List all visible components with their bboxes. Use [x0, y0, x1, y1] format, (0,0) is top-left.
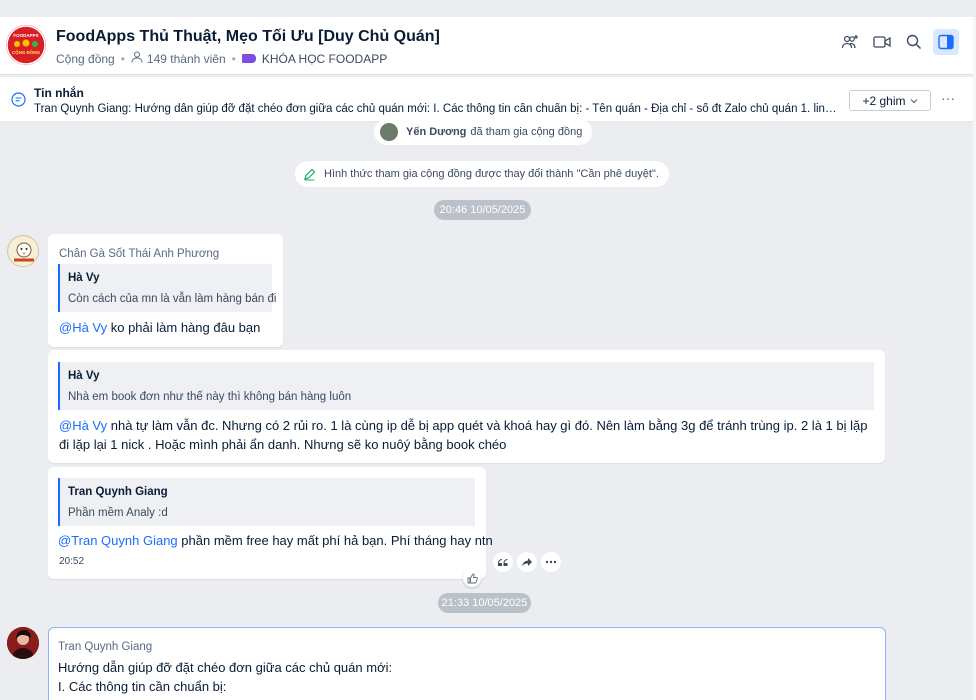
- video-call-button[interactable]: [869, 29, 895, 55]
- group-title[interactable]: FoodApps Thủ Thuật, Mẹo Tối Ưu [Duy Chủ …: [56, 28, 440, 46]
- more-dots-icon: [545, 560, 557, 564]
- sender-name[interactable]: Tran Quynh Giang: [58, 641, 152, 653]
- meta-separator: •: [231, 51, 236, 66]
- header-actions: [837, 29, 959, 55]
- system-text: đã tham gia cộng đồng: [470, 126, 583, 138]
- like-reaction-button[interactable]: [463, 569, 481, 587]
- quoted-message[interactable]: Hà Vy Còn cách của mn là vẫn làm hàng bá…: [58, 264, 277, 312]
- message-bubble[interactable]: Tran Quynh Giang Phần mềm Analy :d @Tran…: [48, 467, 493, 579]
- person-icon: [131, 51, 143, 66]
- chicken-logo-icon: [9, 237, 38, 266]
- window-top-strip: [0, 0, 976, 17]
- quote-author: Hà Vy: [68, 370, 100, 382]
- avatar-text-top: FOODAPPS: [13, 33, 38, 38]
- avatar[interactable]: [380, 123, 398, 141]
- message-text: @Tran Quynh Giang phần mềm free hay mất …: [58, 531, 493, 550]
- tag-label: KHÓA HỌC FOODAPP: [261, 51, 388, 66]
- message-body: ko phải làm hàng đâu bạn: [107, 320, 261, 335]
- quote-text: Còn cách của mn là vẫn làm hàng bán đi: [68, 293, 277, 305]
- member-count[interactable]: 149 thành viên: [147, 52, 226, 66]
- message-text: @Hà Vy nhà tự làm vẫn đc. Nhưng có 2 rủi…: [59, 416, 879, 454]
- quoted-message[interactable]: Hà Vy Nhà em book đơn như thế này thì kh…: [58, 362, 874, 410]
- group-tag[interactable]: KHÓA HỌC FOODAPP: [241, 51, 388, 66]
- pencil-icon: [304, 168, 316, 180]
- message-time: 20:52: [59, 556, 85, 567]
- joined-user-name[interactable]: Yến Dương: [406, 126, 466, 138]
- pinned-title: Tin nhắn: [34, 86, 84, 100]
- share-arrow-icon: [522, 558, 532, 567]
- user-photo-icon: [7, 627, 39, 659]
- mention-link[interactable]: @Tran Quynh Giang: [58, 533, 178, 548]
- quote-icon: [497, 558, 507, 566]
- message-bubble[interactable]: Tran Quynh Giang Hướng dẫn giúp đỡ đặt c…: [48, 627, 886, 700]
- group-avatar[interactable]: FOODAPPS CỘNG ĐỒNG: [6, 25, 46, 65]
- sidebar-panel-icon: [938, 34, 954, 50]
- quote-author: Hà Vy: [68, 272, 100, 284]
- message-body: phần mềm free hay mất phí hả bạn. Phí th…: [177, 533, 493, 548]
- avatar-text-bottom: CỘNG ĐỒNG: [12, 48, 41, 55]
- community-label: Cộng đồng: [56, 51, 115, 66]
- conversation-header: FOODAPPS CỘNG ĐỒNG FoodApps Thủ Thuật, M…: [0, 17, 973, 75]
- message-text: @Hà Vy ko phải làm hàng đâu bạn: [59, 318, 260, 337]
- time-divider: 21:33 10/05/2025: [438, 593, 531, 613]
- system-setting-notice: Hình thức tham gia cộng đồng được thay đ…: [295, 161, 669, 187]
- message-bubble-icon: [11, 92, 26, 112]
- add-member-button[interactable]: [837, 29, 863, 55]
- group-meta: Cộng đồng • 149 thành viên • KHÓA HỌC FO…: [56, 51, 387, 66]
- search-button[interactable]: [901, 29, 927, 55]
- more-actions-button[interactable]: [541, 552, 561, 572]
- message-line: I. Các thông tin cần chuẩn bị:: [58, 679, 227, 694]
- pinned-menu-button[interactable]: ···: [941, 90, 955, 106]
- search-icon: [906, 34, 922, 50]
- more-pins-button[interactable]: +2 ghim: [849, 90, 931, 111]
- quote-author: Tran Quynh Giang: [68, 486, 168, 498]
- quote-text: Nhà em book đơn như thế này thì không bá…: [68, 391, 352, 403]
- message-body: nhà tự làm vẫn đc. Nhưng có 2 rủi ro. 1 …: [59, 418, 868, 452]
- toggle-sidebar-button[interactable]: [933, 29, 959, 55]
- mention-link[interactable]: @Hà Vy: [59, 320, 107, 335]
- thumbs-up-icon: [467, 573, 478, 583]
- pinned-message-bar[interactable]: Tin nhắn Tran Quynh Giang: Hướng dẫn giú…: [0, 77, 973, 122]
- forward-button[interactable]: [517, 552, 537, 572]
- avatar[interactable]: [7, 235, 39, 267]
- more-pins-label: +2 ghim: [862, 93, 906, 108]
- tag-icon: [241, 54, 256, 63]
- avatar[interactable]: [7, 627, 39, 659]
- time-divider: 20:46 10/05/2025: [434, 200, 531, 220]
- pinned-text[interactable]: Tran Quynh Giang: Hướng dẫn giúp đỡ đặt …: [34, 103, 842, 115]
- quote-reply-button[interactable]: [493, 552, 513, 572]
- quote-text: Phần mềm Analy :d: [68, 507, 168, 519]
- sender-name[interactable]: Chân Gà Sốt Thái Anh Phương: [59, 248, 219, 260]
- chevron-down-icon: [910, 98, 917, 103]
- message-line: Hướng dẫn giúp đỡ đặt chéo đơn giữa các …: [58, 660, 393, 675]
- system-join-notice: Yến Dương đã tham gia cộng đồng: [374, 119, 593, 145]
- mention-link[interactable]: @Hà Vy: [59, 418, 107, 433]
- add-group-icon: [841, 35, 858, 49]
- quoted-message[interactable]: Tran Quynh Giang Phần mềm Analy :d: [58, 478, 475, 526]
- video-camera-icon: [873, 36, 891, 48]
- message-bubble[interactable]: Hà Vy Nhà em book đơn như thế này thì kh…: [48, 350, 885, 463]
- message-bubble[interactable]: Chân Gà Sốt Thái Anh Phương Hà Vy Còn cá…: [48, 234, 283, 347]
- system-text: Hình thức tham gia cộng đồng được thay đ…: [324, 168, 659, 180]
- meta-separator: •: [120, 51, 125, 66]
